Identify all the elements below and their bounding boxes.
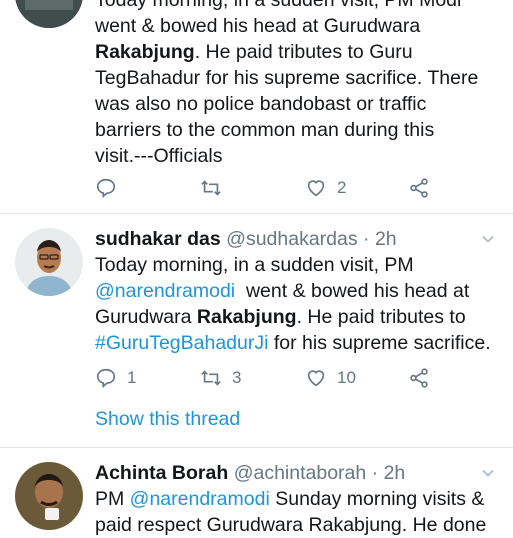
retweet-button[interactable] [200,176,232,200]
share-button[interactable] [408,366,430,390]
tweet-text-line: Gurudwara Rakabjung. He paid tributes to [95,306,466,328]
tweet-text-line: was also no police bandobast or traffic [95,93,427,115]
user-handle[interactable]: @sudhakardas [226,228,357,250]
tweet-actions: 2 [95,176,495,200]
tweet-text-line: went & bowed his head at Gurudwara [95,15,421,37]
display-name[interactable]: Achinta Borah [95,462,228,484]
like-count: 10 [337,368,356,387]
timestamp[interactable]: · 2h [358,228,397,250]
tweet-text-line: Today morning, in a sudden visit, PM Mod… [95,0,462,11]
share-icon [410,368,428,388]
chevron-down-icon[interactable] [481,466,495,480]
hashtag-link[interactable]: #GuruTegBahadurJi [95,332,268,354]
reply-icon [96,178,116,199]
avatar[interactable] [15,228,83,296]
tweet-text: PM @narendramodi Sunday morning visits &… [95,486,505,538]
tweet-text-line: barriers to the common man during this [95,119,435,141]
tweet-text: Today morning, in a sudden visit, PM Mod… [95,0,505,169]
tweet-actions: 1 3 10 [95,366,495,390]
tweet-header: Achinta Borah @achintaborah · 2h [95,460,405,486]
tweet-text: Today morning, in a sudden visit, PM @na… [95,252,505,356]
tweet-text-line: @narendramodi went & bowed his head at [95,280,470,302]
user-handle[interactable]: @achintaborah [234,462,367,484]
tweet-text-line: PM @narendramodi Sunday morning visits & [95,488,485,510]
tweet-1: Today morning, in a sudden visit, PM Mod… [0,0,513,213]
retweet-icon [201,370,221,386]
share-button[interactable] [408,176,430,200]
reply-icon [96,368,116,389]
tweet-text-line: visit.---Officials [95,145,223,167]
heart-icon [307,370,325,387]
reply-button[interactable] [95,176,127,200]
mention-link[interactable]: @narendramodi [130,488,270,510]
display-name[interactable]: sudhakar das [95,228,221,250]
tweet-text-line: Today morning, in a sudden visit, PM [95,254,414,276]
heart-icon [307,180,325,197]
tweet-2[interactable]: sudhakar das @sudhakardas · 2h Today mor… [0,214,513,447]
chevron-down-icon[interactable] [481,232,495,246]
avatar[interactable] [15,0,83,28]
mention-link[interactable]: @narendramodi [95,280,235,302]
show-thread-link[interactable]: Show this thread [95,408,240,431]
tweet-text-line: TegBahadur for his supreme sacrifice. Th… [95,67,479,89]
like-button[interactable]: 2 [305,176,346,200]
share-icon [410,178,428,198]
tweet-text-line: paid respect Gurudwara Rakabjung. He don… [95,514,487,536]
tweet-text-line: #GuruTegBahadurJi for his supreme sacrif… [95,332,491,354]
reply-button[interactable]: 1 [95,366,136,390]
retweet-button[interactable]: 3 [200,366,241,390]
timestamp[interactable]: · 2h [366,462,406,484]
retweet-icon [201,180,221,196]
tweet-header: sudhakar das @sudhakardas · 2h [95,226,397,252]
tweet-3[interactable]: Achinta Borah @achintaborah · 2h PM @nar… [0,448,513,536]
retweet-count: 3 [232,368,242,387]
reply-count: 1 [127,368,137,387]
tweet-text-line: Rakabjung. He paid tributes to Guru [95,41,413,63]
like-button[interactable]: 10 [305,366,356,390]
